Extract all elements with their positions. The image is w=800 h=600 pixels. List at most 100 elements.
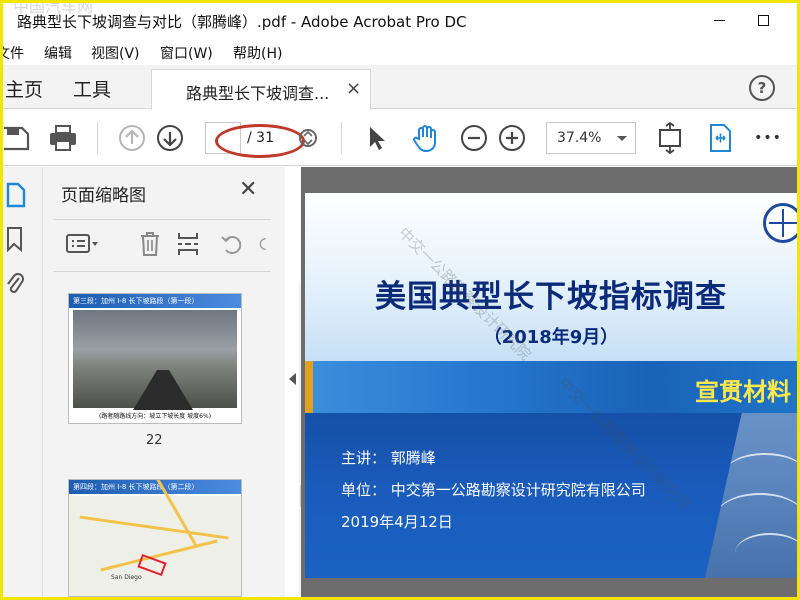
navigation-rail [3, 167, 43, 597]
menu-edit[interactable]: 编辑 [44, 43, 72, 63]
road-curve [725, 453, 797, 493]
panel-divider [53, 271, 271, 272]
road-curve [735, 533, 797, 573]
save-icon [4, 126, 30, 151]
arrow-down-circle-icon [157, 125, 183, 151]
maximize-icon [757, 14, 769, 26]
app-window: 中国汽车网 路典型长下坡调查与对比（郭腾峰）.pdf - Adobe Acrob… [0, 0, 800, 600]
title-bar: 中国汽车网 路典型长下坡调查与对比（郭腾峰）.pdf - Adobe Acrob… [3, 3, 797, 37]
slide-info-area: 主讲： 郭腾峰 单位： 中交第一公路勘察设计研究院有限公司 2019年4月12日 [305, 413, 797, 578]
trash-icon [141, 232, 159, 256]
tab-bar: 主页 工具 路典型长下坡调查... × ? [3, 65, 797, 110]
more-tools-button[interactable]: ••• [753, 124, 783, 152]
circle-arrows-icon [299, 129, 317, 147]
document-page: 美国典型长下坡指标调查 （2018年9月） 宣贯材料 主讲： 郭腾峰 单位： 中… [305, 193, 797, 578]
slide-band: 宣贯材料 [305, 361, 797, 413]
options-menu-icon [66, 234, 98, 253]
menu-view[interactable]: 视图(V) [91, 43, 140, 63]
zoom-in-icon [499, 125, 525, 151]
page-stepper-button[interactable] [297, 124, 319, 152]
document-tab-label: 路典型长下坡调查... [186, 84, 330, 103]
rotate-counterclockwise-button[interactable] [219, 229, 245, 259]
menu-help[interactable]: 帮助(H) [233, 43, 282, 63]
fit-page-icon [659, 122, 681, 154]
map-image: San Diego [69, 480, 241, 596]
print-icon [50, 125, 76, 151]
toolbar: / 31 37.4% ••• [3, 110, 797, 166]
map-label: San Diego [111, 574, 142, 581]
zoom-in-button[interactable] [497, 124, 527, 152]
talk-date-line: 2019年4月12日 [341, 513, 453, 531]
help-icon[interactable]: ? [749, 75, 775, 101]
tab-home[interactable]: 主页 [5, 75, 43, 102]
panel-title: 页面缩略图 [61, 186, 146, 206]
map-road [79, 515, 229, 540]
page-thumbnail-icon [6, 182, 26, 208]
page-split-icon [178, 233, 198, 255]
hand-tool-button[interactable] [409, 124, 441, 153]
hand-icon [413, 125, 436, 153]
cursor-arrow-icon [370, 127, 385, 150]
select-tool-button[interactable] [365, 124, 389, 152]
menu-window[interactable]: 窗口(W) [160, 43, 213, 63]
fit-page-button[interactable] [655, 122, 685, 154]
delete-page-button[interactable] [137, 229, 163, 259]
previous-page-button[interactable] [117, 124, 147, 152]
band-text: 宣贯材料 [695, 378, 791, 406]
attachments-rail-button[interactable] [5, 269, 25, 297]
thumbnail-photo [73, 310, 237, 410]
thumbnail-options-button[interactable] [63, 229, 103, 259]
zoom-level-value: 37.4% [557, 130, 602, 146]
rotate-clockwise-button[interactable] [255, 229, 271, 259]
bookmarks-rail-button[interactable] [5, 225, 25, 253]
annotation-ellipse [215, 124, 305, 158]
panel-divider [53, 219, 271, 220]
zoom-level-select[interactable]: 37.4% [546, 122, 636, 154]
full-screen-icon [710, 124, 731, 152]
minimize-button[interactable] [697, 7, 741, 33]
toolbar-divider [97, 122, 98, 154]
split-page-button[interactable] [175, 229, 201, 259]
slide-date: （2018年9月） [483, 327, 619, 348]
menu-file[interactable]: 文件 [3, 43, 24, 63]
thumbnails-rail-button[interactable] [5, 181, 27, 209]
page-thumbnail-23[interactable]: 第四段：加州 I-8 长下坡路段（第二段） San Diego [68, 479, 242, 597]
organization-line: 单位： 中交第一公路勘察设计研究院有限公司 [341, 481, 646, 499]
save-button[interactable] [3, 124, 31, 152]
bookmark-icon [7, 227, 22, 252]
menu-bar: 文件 编辑 视图(V) 窗口(W) 帮助(H) [3, 39, 797, 65]
highlight-box [137, 553, 167, 577]
page-thumbnail-22[interactable]: 第三段：加州 I-8 长下坡路段（第一段） (路者随路线方向：坡立下坡长度 坡度… [68, 293, 242, 424]
chevron-down-icon [617, 136, 627, 141]
thumbnail-caption: (路者随路线方向：坡立下坡长度 坡度6%) [98, 413, 212, 420]
window-title: 路典型长下坡调查与对比（郭腾峰）.pdf - Adobe Acrobat Pro… [17, 13, 467, 31]
thumbnail-header: 第四段：加州 I-8 长下坡路段（第二段） [69, 480, 241, 494]
slide-title: 美国典型长下坡指标调查 [375, 279, 727, 315]
maximize-button[interactable] [741, 7, 785, 33]
rotate-left-icon [221, 236, 242, 254]
print-button[interactable] [47, 124, 79, 152]
tab-document[interactable]: 路典型长下坡调查... × [151, 69, 371, 110]
next-page-button[interactable] [155, 124, 185, 152]
arrow-up-circle-icon [119, 125, 145, 151]
presenter-line: 主讲： 郭腾峰 [341, 449, 436, 467]
page-thumbnails-panel: 页面缩略图 ✕ 第三段：加州 I-8 长下坡路段（第一段） (路者随路线方向：坡… [43, 167, 319, 597]
road-image [133, 370, 193, 410]
thumbnail-page-number: 22 [146, 433, 163, 448]
zoom-out-icon [461, 125, 487, 151]
band-accent [305, 361, 313, 413]
collapse-panel-icon[interactable] [289, 373, 296, 385]
zoom-out-button[interactable] [459, 124, 489, 152]
minimize-icon [713, 19, 725, 21]
slide-header-area: 美国典型长下坡指标调查 （2018年9月） [305, 193, 797, 361]
rotate-right-icon [259, 238, 266, 250]
company-logo-icon [763, 203, 797, 243]
rotate-view-button[interactable] [705, 124, 735, 152]
close-tab-icon[interactable]: × [346, 78, 361, 99]
close-panel-icon[interactable]: ✕ [239, 177, 257, 202]
tab-tools[interactable]: 工具 [73, 75, 111, 102]
road-decoration [705, 413, 797, 578]
paperclip-icon [7, 273, 24, 293]
toolbar-divider [341, 122, 342, 154]
thumbnail-header: 第三段：加州 I-8 长下坡路段（第一段） [69, 294, 241, 308]
